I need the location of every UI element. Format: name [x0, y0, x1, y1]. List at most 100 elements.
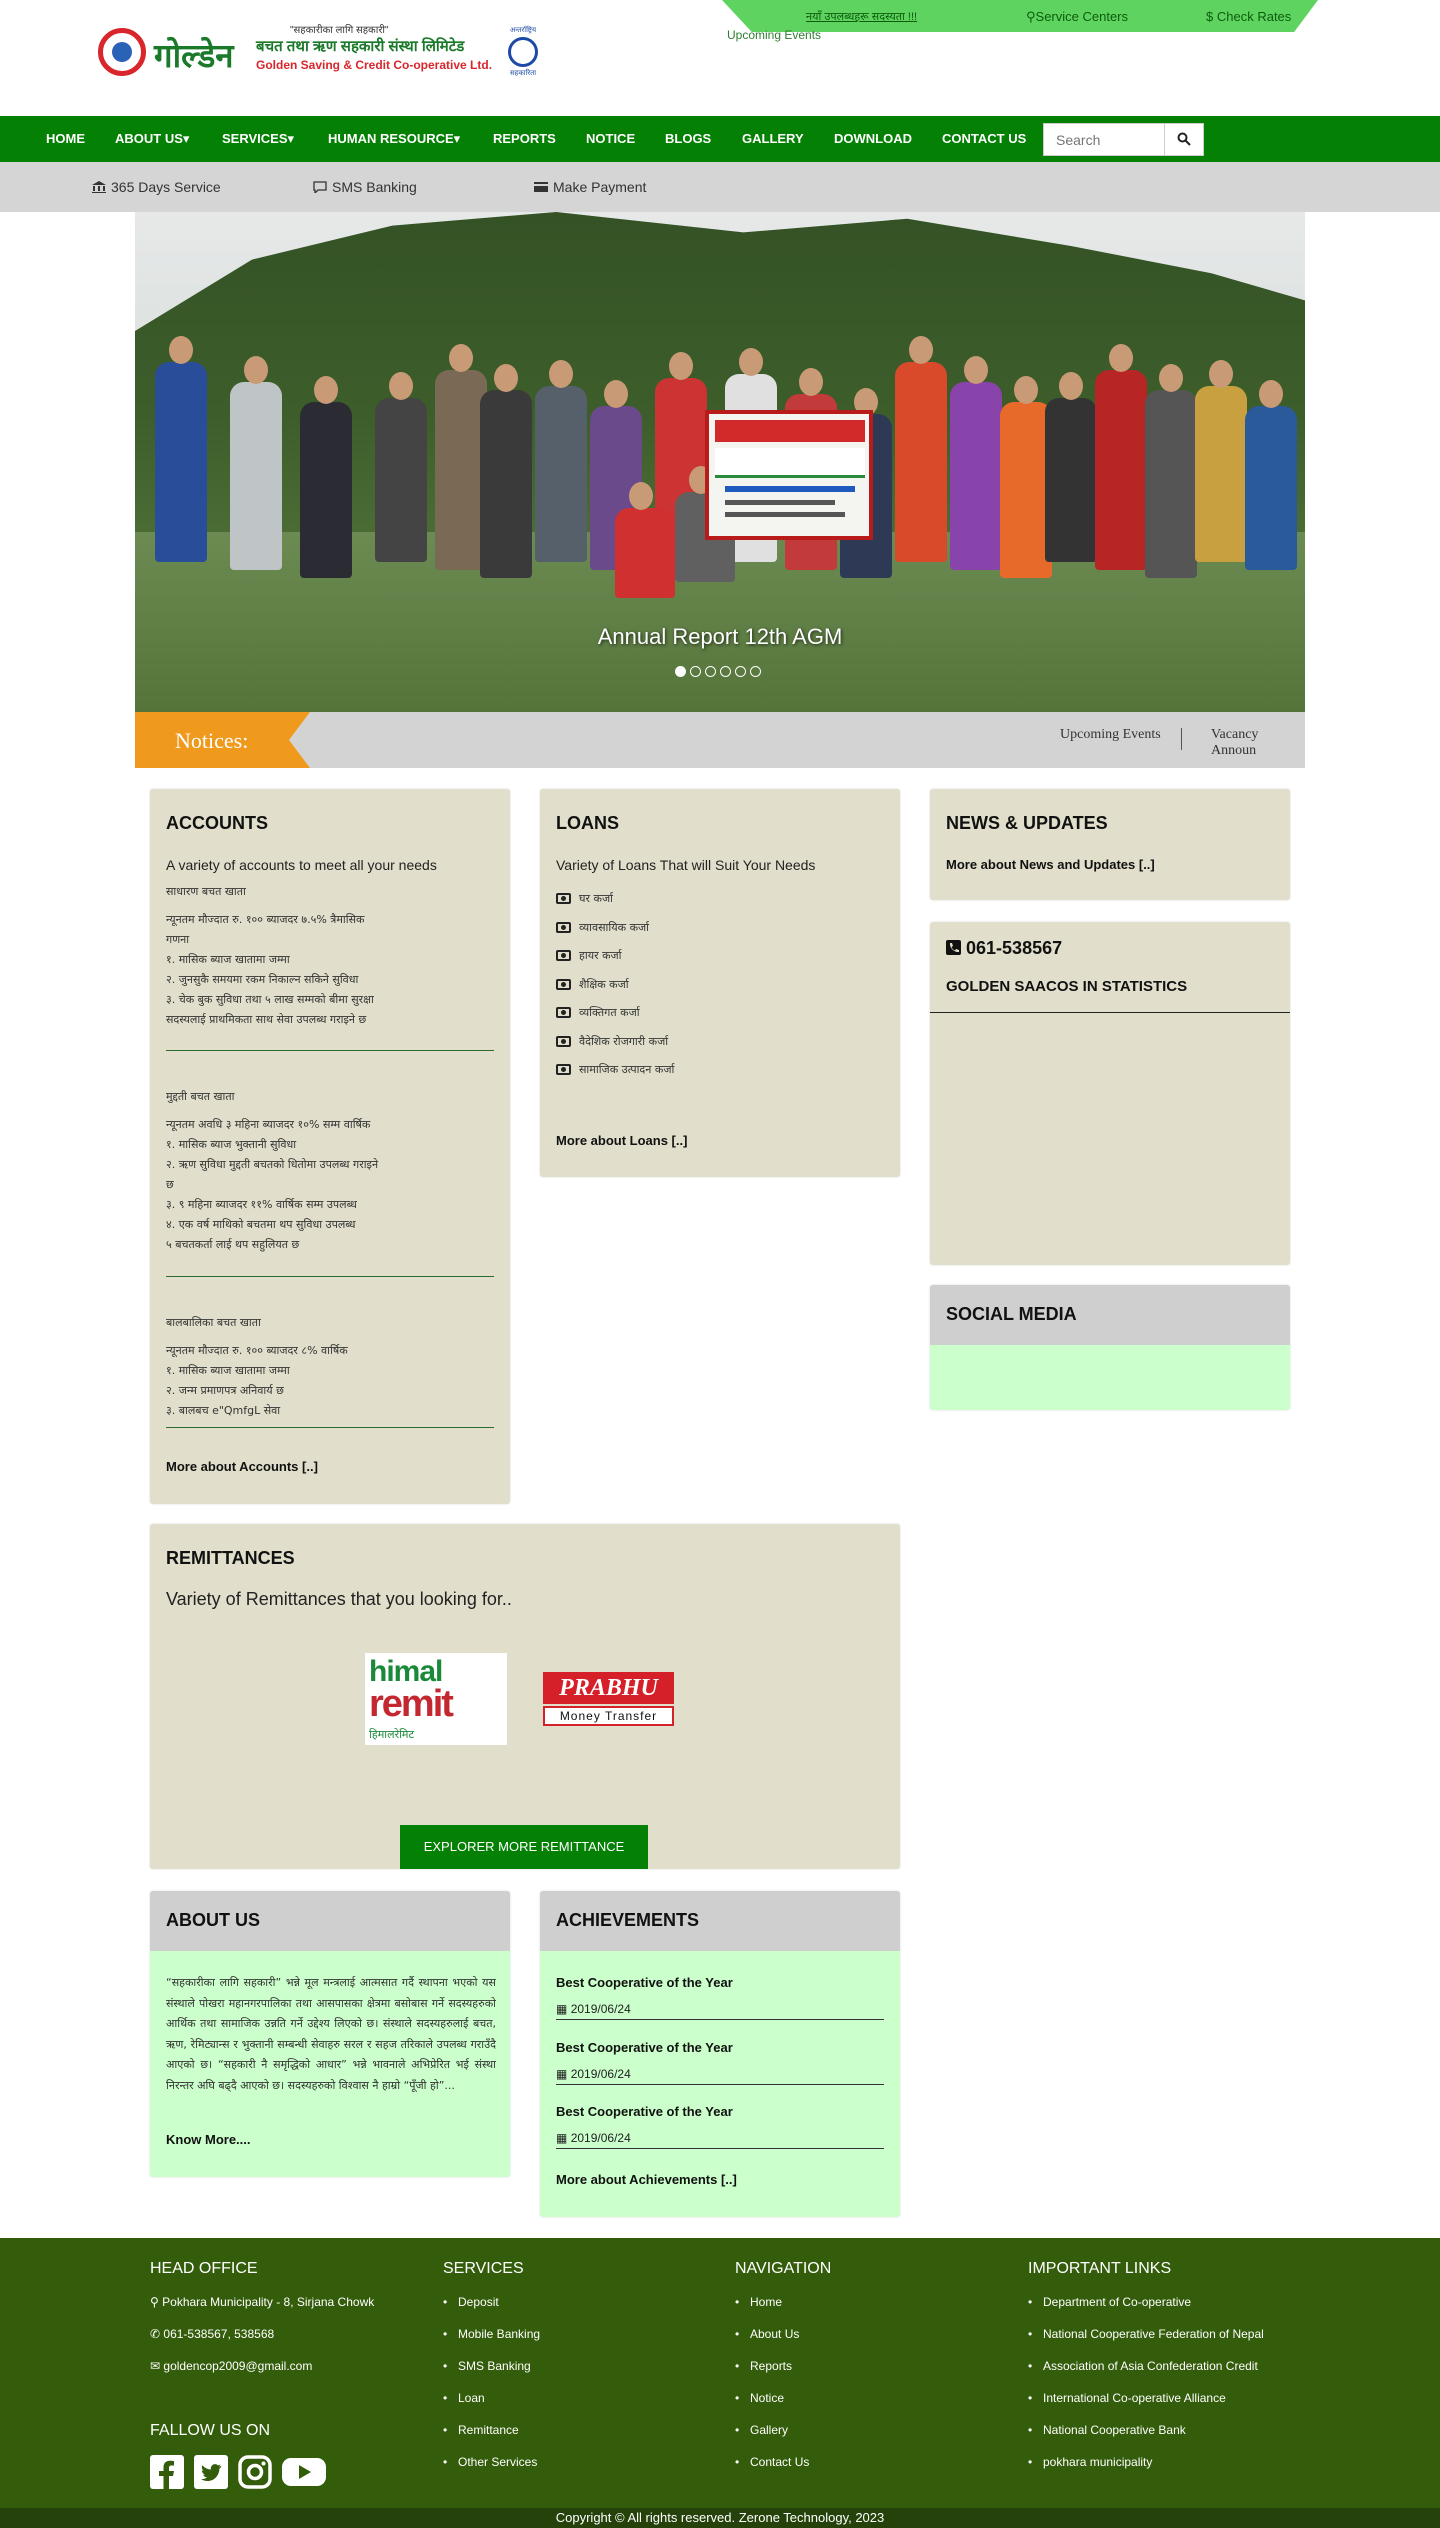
explore-remittance-button[interactable]: EXPLORER MORE REMITTANCE — [400, 1825, 648, 1869]
account-line: न्यूनतम मौज्दात रु. १०० ब्याजदर ७.५% त्र… — [166, 913, 365, 926]
footer-important-link[interactable]: pokhara municipality — [1028, 2455, 1152, 2469]
carousel-dot[interactable] — [705, 666, 716, 677]
photo-person-head — [389, 372, 413, 400]
nav-blogs[interactable]: BLOGS — [665, 131, 711, 146]
phone-icon — [946, 940, 961, 955]
nav-reports[interactable]: REPORTS — [493, 131, 556, 146]
instagram-icon[interactable] — [238, 2455, 272, 2489]
loan-item[interactable]: हायर कर्जा — [556, 948, 622, 963]
achievements-panel: ACHIEVEMENTS Best Cooperative of the Yea… — [540, 1891, 900, 2217]
carousel-dot[interactable] — [750, 666, 761, 677]
know-more-link[interactable]: Know More.... — [166, 2132, 251, 2147]
account-line: ४. एक वर्ष माथिको बचतमा थप सुविधा उपलब्ध — [166, 1218, 356, 1231]
service-sms-banking[interactable]: SMS Banking — [313, 179, 417, 195]
footer-service-link[interactable]: SMS Banking — [443, 2359, 531, 2373]
service-centers-link[interactable]: ⚲Service Centers — [1026, 9, 1128, 25]
top-marquee-link[interactable]: नयाँ उपलब्धहरू सदस्यता !!! — [806, 9, 917, 24]
nav-gallery[interactable]: GALLERY — [742, 131, 804, 146]
more-accounts-link[interactable]: More about Accounts [..] — [166, 1459, 318, 1474]
service-365-days[interactable]: 365 Days Service — [92, 179, 221, 195]
himal-remit-bottom: हिमालरेमिट — [369, 1729, 415, 1741]
account-line: न्यूनतम अवधि ३ महिना ब्याजदर १०% सम्म वा… — [166, 1118, 371, 1131]
about-title: ABOUT US — [166, 1910, 260, 1930]
youtube-icon[interactable] — [282, 2455, 326, 2489]
account-heading: बालबालिका बचत खाता — [166, 1316, 261, 1329]
achievement-title[interactable]: Best Cooperative of the Year — [556, 2104, 733, 2119]
footer-phone: ✆ 061-538567, 538568 — [150, 2327, 275, 2341]
nav-services[interactable]: SERVICES▾ — [222, 131, 294, 147]
footer-important-link[interactable]: Association of Asia Confederation Credit — [1028, 2359, 1258, 2373]
phone-number: 061-538567 — [946, 938, 1062, 959]
nav-download[interactable]: DOWNLOAD — [834, 131, 912, 146]
footer-nav-link[interactable]: Notice — [735, 2391, 784, 2405]
achievement-title[interactable]: Best Cooperative of the Year — [556, 2040, 733, 2055]
achievement-title[interactable]: Best Cooperative of the Year — [556, 1975, 733, 1990]
carousel-dot[interactable] — [690, 666, 701, 677]
footer-service-link[interactable]: Loan — [443, 2391, 485, 2405]
notice-item[interactable]: Upcoming Events — [1060, 727, 1161, 743]
photo-person-head — [449, 344, 473, 372]
loans-panel: LOANS Variety of Loans That will Suit Yo… — [540, 789, 900, 1177]
account-line: सदस्यलाई प्राथमिकता साथ सेवा उपलब्ध गराइ… — [166, 1013, 367, 1026]
photo-person-head — [1209, 360, 1233, 388]
footer-nav-link[interactable]: Home — [735, 2295, 782, 2309]
prabhu-money-transfer-logo[interactable]: PRABHU Money Transfer — [543, 1668, 674, 1730]
nav-contact-us[interactable]: CONTACT US — [942, 131, 1026, 146]
footer-important-link[interactable]: International Co-operative Alliance — [1028, 2391, 1226, 2405]
himal-remit-logo[interactable]: himal remit हिमालरेमिट — [365, 1653, 507, 1745]
notice-item[interactable]: Vacancy Announ — [1211, 727, 1305, 759]
search-button[interactable] — [1164, 123, 1204, 156]
photo-person-head — [1109, 344, 1133, 372]
account-heading: साधारण बचत खाता — [166, 885, 246, 898]
money-icon — [556, 1007, 571, 1018]
check-rates-link[interactable]: $ Check Rates — [1206, 9, 1291, 24]
more-achievements-link[interactable]: More about Achievements [..] — [556, 2172, 737, 2187]
achievement-date: ▦ 2019/06/24 — [556, 2131, 631, 2145]
comment-icon — [313, 181, 327, 193]
search-input[interactable] — [1043, 123, 1165, 156]
site-logo[interactable]: गोल्डेन "सहकारीका लागि सहकारी" बचत तथा ऋ… — [98, 22, 548, 84]
photo-person-head — [629, 482, 653, 510]
nav-about-us[interactable]: ABOUT US▾ — [115, 131, 189, 147]
more-loans-link[interactable]: More about Loans [..] — [556, 1133, 687, 1148]
nav-home[interactable]: HOME — [46, 131, 85, 146]
upcoming-events-link[interactable]: Upcoming Events — [727, 28, 821, 42]
footer-important-link[interactable]: National Cooperative Bank — [1028, 2423, 1186, 2437]
carousel-dot[interactable] — [735, 666, 746, 677]
service-make-payment[interactable]: Make Payment — [534, 179, 646, 195]
nav-notice[interactable]: NOTICE — [586, 131, 635, 146]
loan-item[interactable]: घर कर्जा — [556, 891, 613, 906]
facebook-icon[interactable] — [150, 2455, 184, 2489]
more-news-link[interactable]: More about News and Updates [..] — [946, 857, 1155, 872]
footer-service-link[interactable]: Remittance — [443, 2423, 519, 2437]
money-icon — [556, 950, 571, 961]
loan-item[interactable]: व्यावसायिक कर्जा — [556, 920, 649, 935]
prabhu-bottom: Money Transfer — [543, 1706, 674, 1726]
footer-nav-link[interactable]: Gallery — [735, 2423, 788, 2437]
twitter-icon[interactable] — [194, 2455, 228, 2489]
loan-item[interactable]: वैदेशिक रोजगारी कर्जा — [556, 1034, 668, 1049]
footer-service-link[interactable]: Other Services — [443, 2455, 537, 2469]
footer-important-link[interactable]: National Cooperative Federation of Nepal — [1028, 2327, 1264, 2341]
carousel-indicators — [675, 664, 765, 678]
footer-nav-link[interactable]: About Us — [735, 2327, 799, 2341]
hero-carousel[interactable]: Annual Report 12th AGM — [135, 212, 1305, 712]
carousel-dot[interactable] — [720, 666, 731, 677]
map-marker-icon: ⚲ — [1026, 9, 1036, 24]
footer-important-link[interactable]: Department of Co-operative — [1028, 2295, 1191, 2309]
footer-nav-link[interactable]: Reports — [735, 2359, 792, 2373]
loan-item[interactable]: शैक्षिक कर्जा — [556, 977, 629, 992]
carousel-dot[interactable] — [675, 666, 686, 677]
footer-nav-link[interactable]: Contact Us — [735, 2455, 809, 2469]
nav-human-resource[interactable]: HUMAN RESOURCE▾ — [328, 131, 460, 147]
photo-person — [1245, 406, 1297, 570]
loan-item[interactable]: व्यक्तिगत कर्जा — [556, 1005, 640, 1020]
service-centers-label: Service Centers — [1035, 9, 1129, 24]
account-line: ३. बालबच e"QmfgL सेवा — [166, 1404, 281, 1417]
footer-service-link[interactable]: Deposit — [443, 2295, 499, 2309]
account-line: १. मासिक ब्याज खातामा जम्मा — [166, 953, 290, 966]
footer-service-link[interactable]: Mobile Banking — [443, 2327, 540, 2341]
footer-email[interactable]: ✉ goldencop2009@gmail.com — [150, 2359, 312, 2373]
loan-item[interactable]: सामाजिक उत्पादन कर्जा — [556, 1062, 674, 1077]
account-line: छ — [166, 1178, 174, 1191]
